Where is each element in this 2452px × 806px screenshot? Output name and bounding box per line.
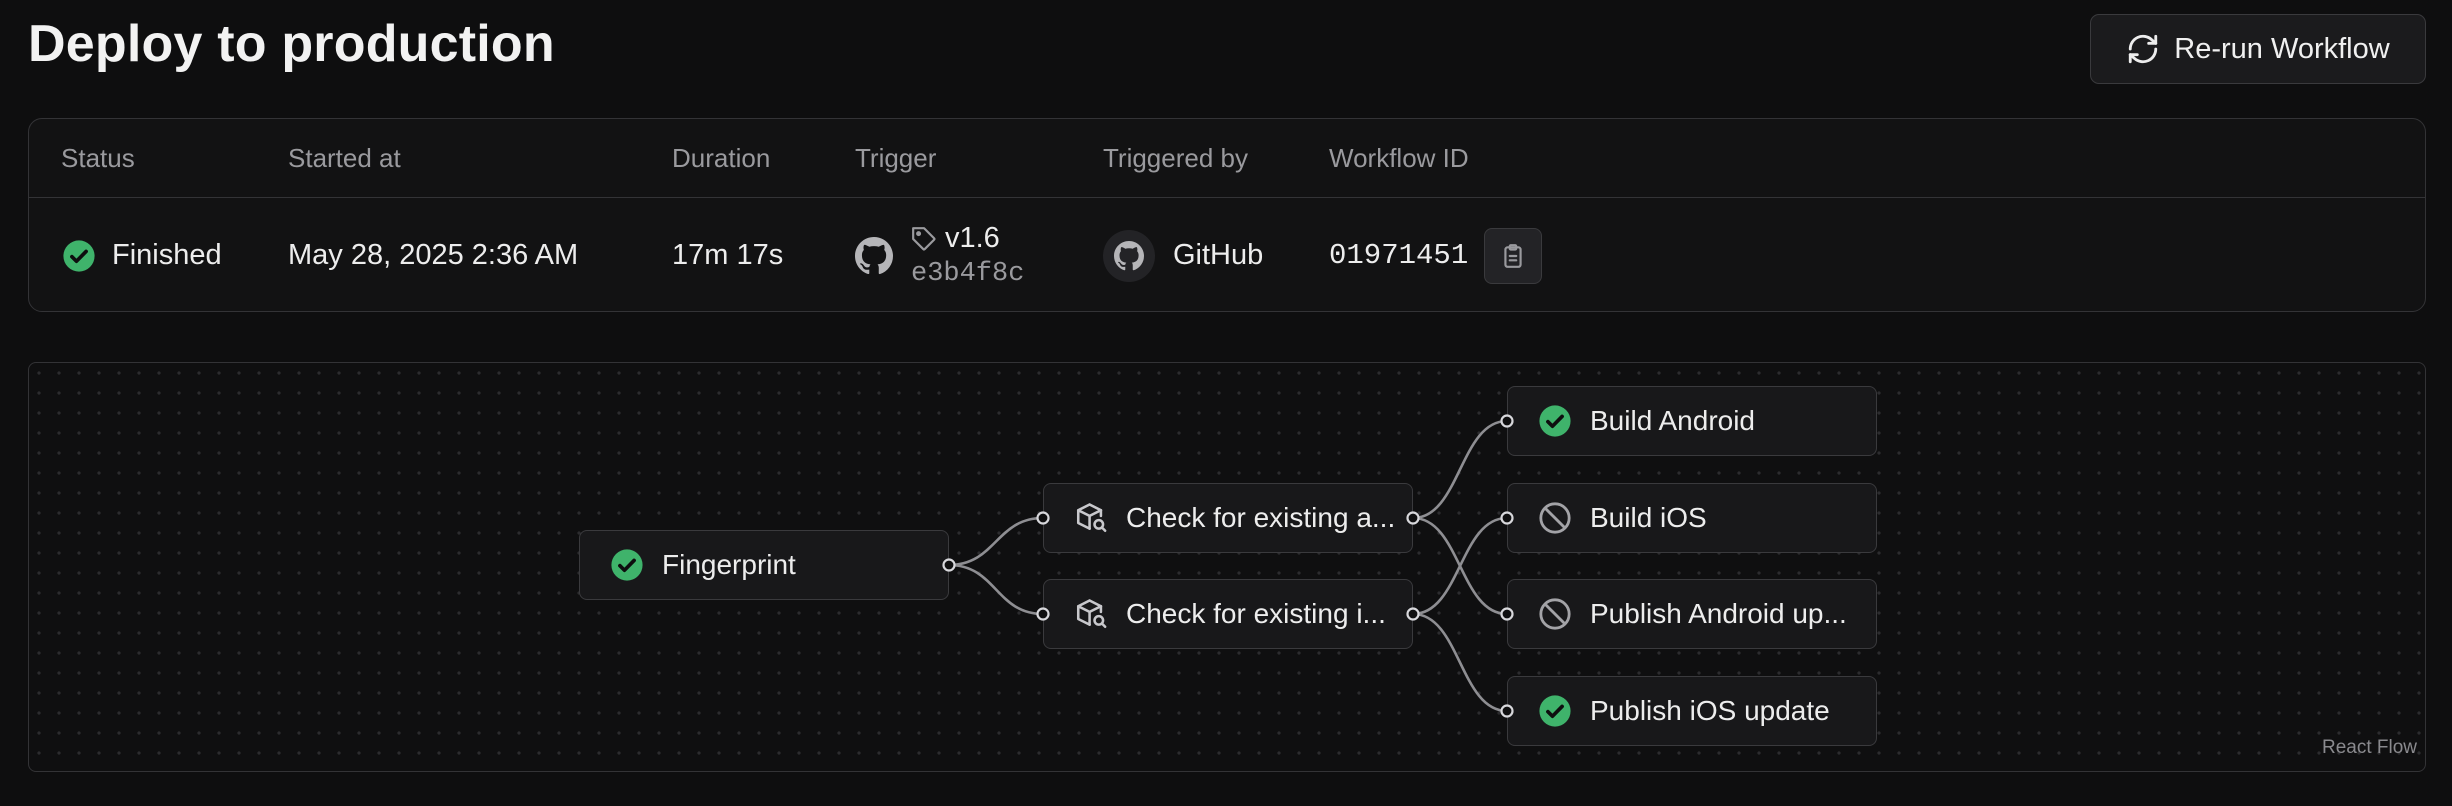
duration-value: 17m 17s [672,239,784,271]
rerun-workflow-label: Re-run Workflow [2174,32,2390,65]
column-duration: Duration [672,143,771,173]
handle-in-publish-ios[interactable] [1500,704,1514,718]
workflow-id-value: 01971451 [1329,239,1469,272]
workflow-info-card: Status Started at Duration Trigger Trigg… [28,118,2426,312]
status-cell: Finished [62,198,222,311]
handle-out-check-android[interactable] [1406,511,1420,525]
trigger-tag: v1.6 [945,222,1000,254]
handle-in-check-ios[interactable] [1036,607,1050,621]
started-at-value: May 28, 2025 2:36 AM [288,239,579,271]
column-triggered-by: Triggered by [1103,143,1248,173]
column-status: Status [61,143,135,173]
github-icon [1114,240,1144,270]
triggered-by-cell: GitHub [1103,198,1264,311]
github-avatar [1103,229,1155,282]
info-header-row: Status Started at Duration Trigger Trigg… [29,119,2425,198]
status-value: Finished [112,239,222,271]
info-value-row: Finished May 28, 2025 2:36 AM 17m 17s v1… [29,198,2425,311]
github-icon [855,236,893,274]
handle-in-check-android[interactable] [1036,511,1050,525]
copy-workflow-id-button[interactable] [1484,227,1543,284]
handle-in-build-android[interactable] [1500,414,1514,428]
page-title: Deploy to production [28,15,555,73]
rerun-workflow-button[interactable]: Re-run Workflow [2090,14,2426,84]
trigger-commit: e3b4f8c [911,259,1025,289]
edges-layer [942,414,1514,718]
workflow-graph[interactable]: Fingerprint Check for existing a... Check … [28,362,2426,772]
refresh-icon [2129,34,2158,64]
handle-in-build-ios[interactable] [1500,511,1514,525]
workflow-id-cell: 01971451 [1329,198,1543,311]
handle-out-check-ios[interactable] [1406,607,1420,621]
check-circle-icon [63,239,95,272]
column-started-at: Started at [288,143,401,173]
triggered-by-value: GitHub [1173,239,1264,271]
handle-out-fingerprint[interactable] [942,558,956,572]
handle-in-publish-android[interactable] [1500,607,1514,621]
column-workflow-id: Workflow ID [1329,143,1469,173]
column-trigger: Trigger [855,143,937,173]
tag-icon [912,226,936,250]
trigger-cell: v1.6 e3b4f8c [855,198,1025,311]
clipboard-icon [1504,243,1522,268]
